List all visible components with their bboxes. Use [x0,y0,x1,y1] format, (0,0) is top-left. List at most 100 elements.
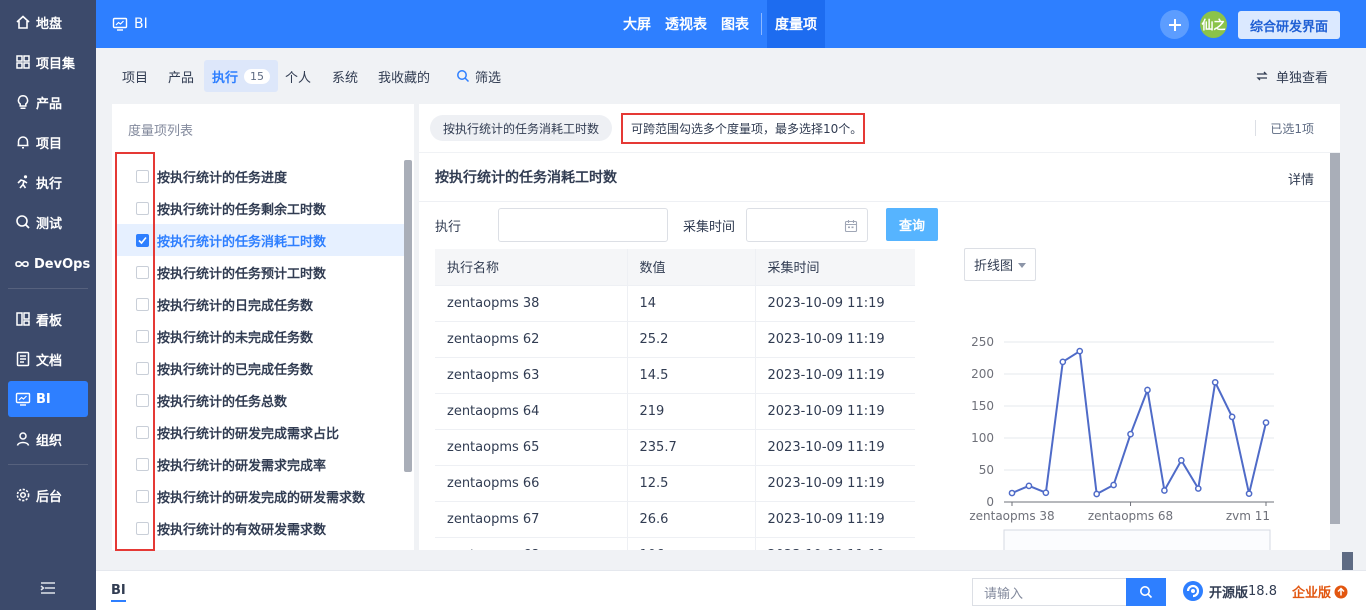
metric-label: 按执行统计的任务消耗工时数 [157,234,327,250]
create-button[interactable] [1160,10,1189,39]
metric-checkbox[interactable] [136,297,149,311]
metric-checkbox[interactable] [136,169,149,183]
lightbulb-icon [14,93,32,111]
selected-metric-chip[interactable]: 按执行统计的任务消耗工时数 [430,115,613,141]
sidebar-item-devops[interactable]: DevOps [8,246,90,282]
sidebar-item-组织[interactable]: 组织 [8,421,88,457]
integrated-rd-button[interactable]: 综合研发界面 [1238,11,1340,39]
filter-button[interactable]: 筛选 [448,60,509,92]
header-nav-1[interactable]: 透视表 [658,0,714,48]
metric-list-item[interactable]: 按执行统计的有效研发需求数 [116,512,404,544]
sidebar-item-执行[interactable]: 执行 [8,164,88,200]
metric-checkbox[interactable] [136,425,149,439]
table-cell: 26.6 [626,500,755,537]
footer-search-button[interactable] [1126,578,1166,606]
detail-scrollbar[interactable] [1330,153,1340,524]
metric-list-item[interactable]: 按执行统计的已完成任务数 [116,352,404,384]
tab-scope-1[interactable]: 产品 [160,60,202,92]
data-point [1177,457,1185,464]
home-icon [14,13,32,31]
header-nav-0[interactable]: 大屏 [616,0,658,48]
metric-checkbox[interactable] [136,521,149,535]
sidebar-item-label: BI [36,391,51,407]
data-point [1228,413,1236,421]
sidebar: 地盘项目集产品项目执行测试 DevOps 看板文档 BI 组织后台 [0,0,96,610]
footer-breadcrumb[interactable]: BI [111,583,126,602]
data-point [1076,347,1084,355]
metric-checkbox[interactable] [136,361,149,375]
table-cell: zentaopms 64 [435,392,627,429]
metric-list-item[interactable]: 按执行统计的日完成任务数 [116,288,404,320]
tab-scope-4[interactable]: 系统 [324,60,366,92]
tab-label: 执行 [212,70,239,86]
enterprise-link[interactable]: 企业版 [1292,582,1348,601]
metric-list-item[interactable]: 按执行统计的任务进度 [116,160,404,192]
column-header: 执行名称 [435,249,627,285]
metric-list-title: 度量项列表 [128,124,194,139]
table-cell: zentaopms 63 [435,356,627,393]
metric-list-item[interactable]: 按执行统计的任务预计工时数 [116,256,404,288]
table-cell: 2023-10-09 11:19 [754,464,915,501]
data-point [1025,482,1033,490]
sidebar-item-后台[interactable]: 后台 [8,477,88,513]
tab-label: 我收藏的 [378,70,431,86]
metric-checkbox[interactable] [136,233,149,247]
series-line [1011,349,1267,496]
avatar[interactable]: 仙之 [1200,11,1227,38]
monitor-icon [14,390,32,408]
footer-bar: BI 请输入 开源版 18.8 企业版 [96,570,1366,610]
tab-scope-2[interactable]: 执行 15 [204,60,279,92]
sidebar-item-产品[interactable]: 产品 [8,84,88,120]
metric-label: 按执行统计的研发需求完成率 [157,458,327,474]
count-badge: 15 [244,68,271,84]
sidebar-item-地盘[interactable]: 地盘 [8,4,88,40]
sidebar-item-文档[interactable]: 文档 [8,341,88,377]
metric-list-item[interactable]: 按执行统计的研发完成的研发需求数 [116,480,404,512]
metric-checkbox[interactable] [136,393,149,407]
table-cell: 12.5 [626,464,755,501]
detail-link[interactable]: 详情 [1288,169,1314,188]
metric-list-item[interactable]: 按执行统计的研发完成需求占比 [116,416,404,448]
tab-scope-5[interactable]: 我收藏的 [370,60,438,92]
time-filter-input[interactable] [746,208,868,242]
chart-type-select[interactable]: 折线图 [964,248,1036,281]
header-nav-3[interactable]: 度量项 [767,0,825,48]
x-tick-label: zentaopms 68 [1088,509,1173,523]
single-view-button[interactable]: 单独查看 [1256,60,1328,92]
sidebar-item-测试[interactable]: 测试 [8,204,88,240]
header-nav-2[interactable]: 图表 [714,0,756,48]
y-tick-label: 50 [979,463,994,477]
query-button[interactable]: 查询 [886,208,938,241]
sidebar-item-bi[interactable]: BI [8,381,88,417]
sidebar-item-看板[interactable]: 看板 [8,301,88,337]
scroll-arrow[interactable] [1342,552,1353,570]
execution-filter-input[interactable] [498,208,668,242]
metric-checkbox[interactable] [136,265,149,279]
metric-checkbox[interactable] [136,457,149,471]
collapse-sidebar-button[interactable] [38,578,58,598]
version-info[interactable]: 开源版 18.8 [1182,580,1277,602]
sidebar-item-项目集[interactable]: 项目集 [8,44,88,80]
metric-list-item[interactable]: 按执行统计的任务总数 [116,384,404,416]
tab-scope-3[interactable]: 个人 [277,60,319,92]
header-nav: 大屏 透视表 图表 度量项 [616,0,825,48]
selected-count: 已选1项 [1255,115,1314,141]
metric-checkbox[interactable] [136,329,149,343]
data-point [1127,430,1134,438]
sidebar-item-label: 项目 [36,136,63,152]
metric-list-item[interactable]: 按执行统计的未完成任务数 [116,320,404,352]
time-filter-label: 采集时间 [683,220,736,235]
table-row: zentaopms 681062023-10-09 11:19 [435,536,915,550]
metric-checkbox[interactable] [136,201,149,215]
tab-scope-0[interactable]: 项目 [114,60,156,92]
data-point [1262,419,1270,426]
metric-checkbox[interactable] [136,489,149,503]
metric-list-scrollbar[interactable] [404,160,412,472]
metric-list-item[interactable]: 按执行统计的任务消耗工时数 [116,224,404,256]
metric-list-item[interactable]: 按执行统计的任务剩余工时数 [116,192,404,224]
sidebar-item-项目[interactable]: 项目 [8,124,88,160]
metric-list-item[interactable]: 按执行统计的研发需求完成率 [116,448,404,480]
sidebar-item-label: 产品 [36,96,63,112]
footer-search-input[interactable]: 请输入 [972,578,1128,606]
metric-detail-panel: 按执行统计的任务消耗工时数 详情 执行 采集时间 查询 执行名称 数值 采集时间 z… [419,153,1330,550]
